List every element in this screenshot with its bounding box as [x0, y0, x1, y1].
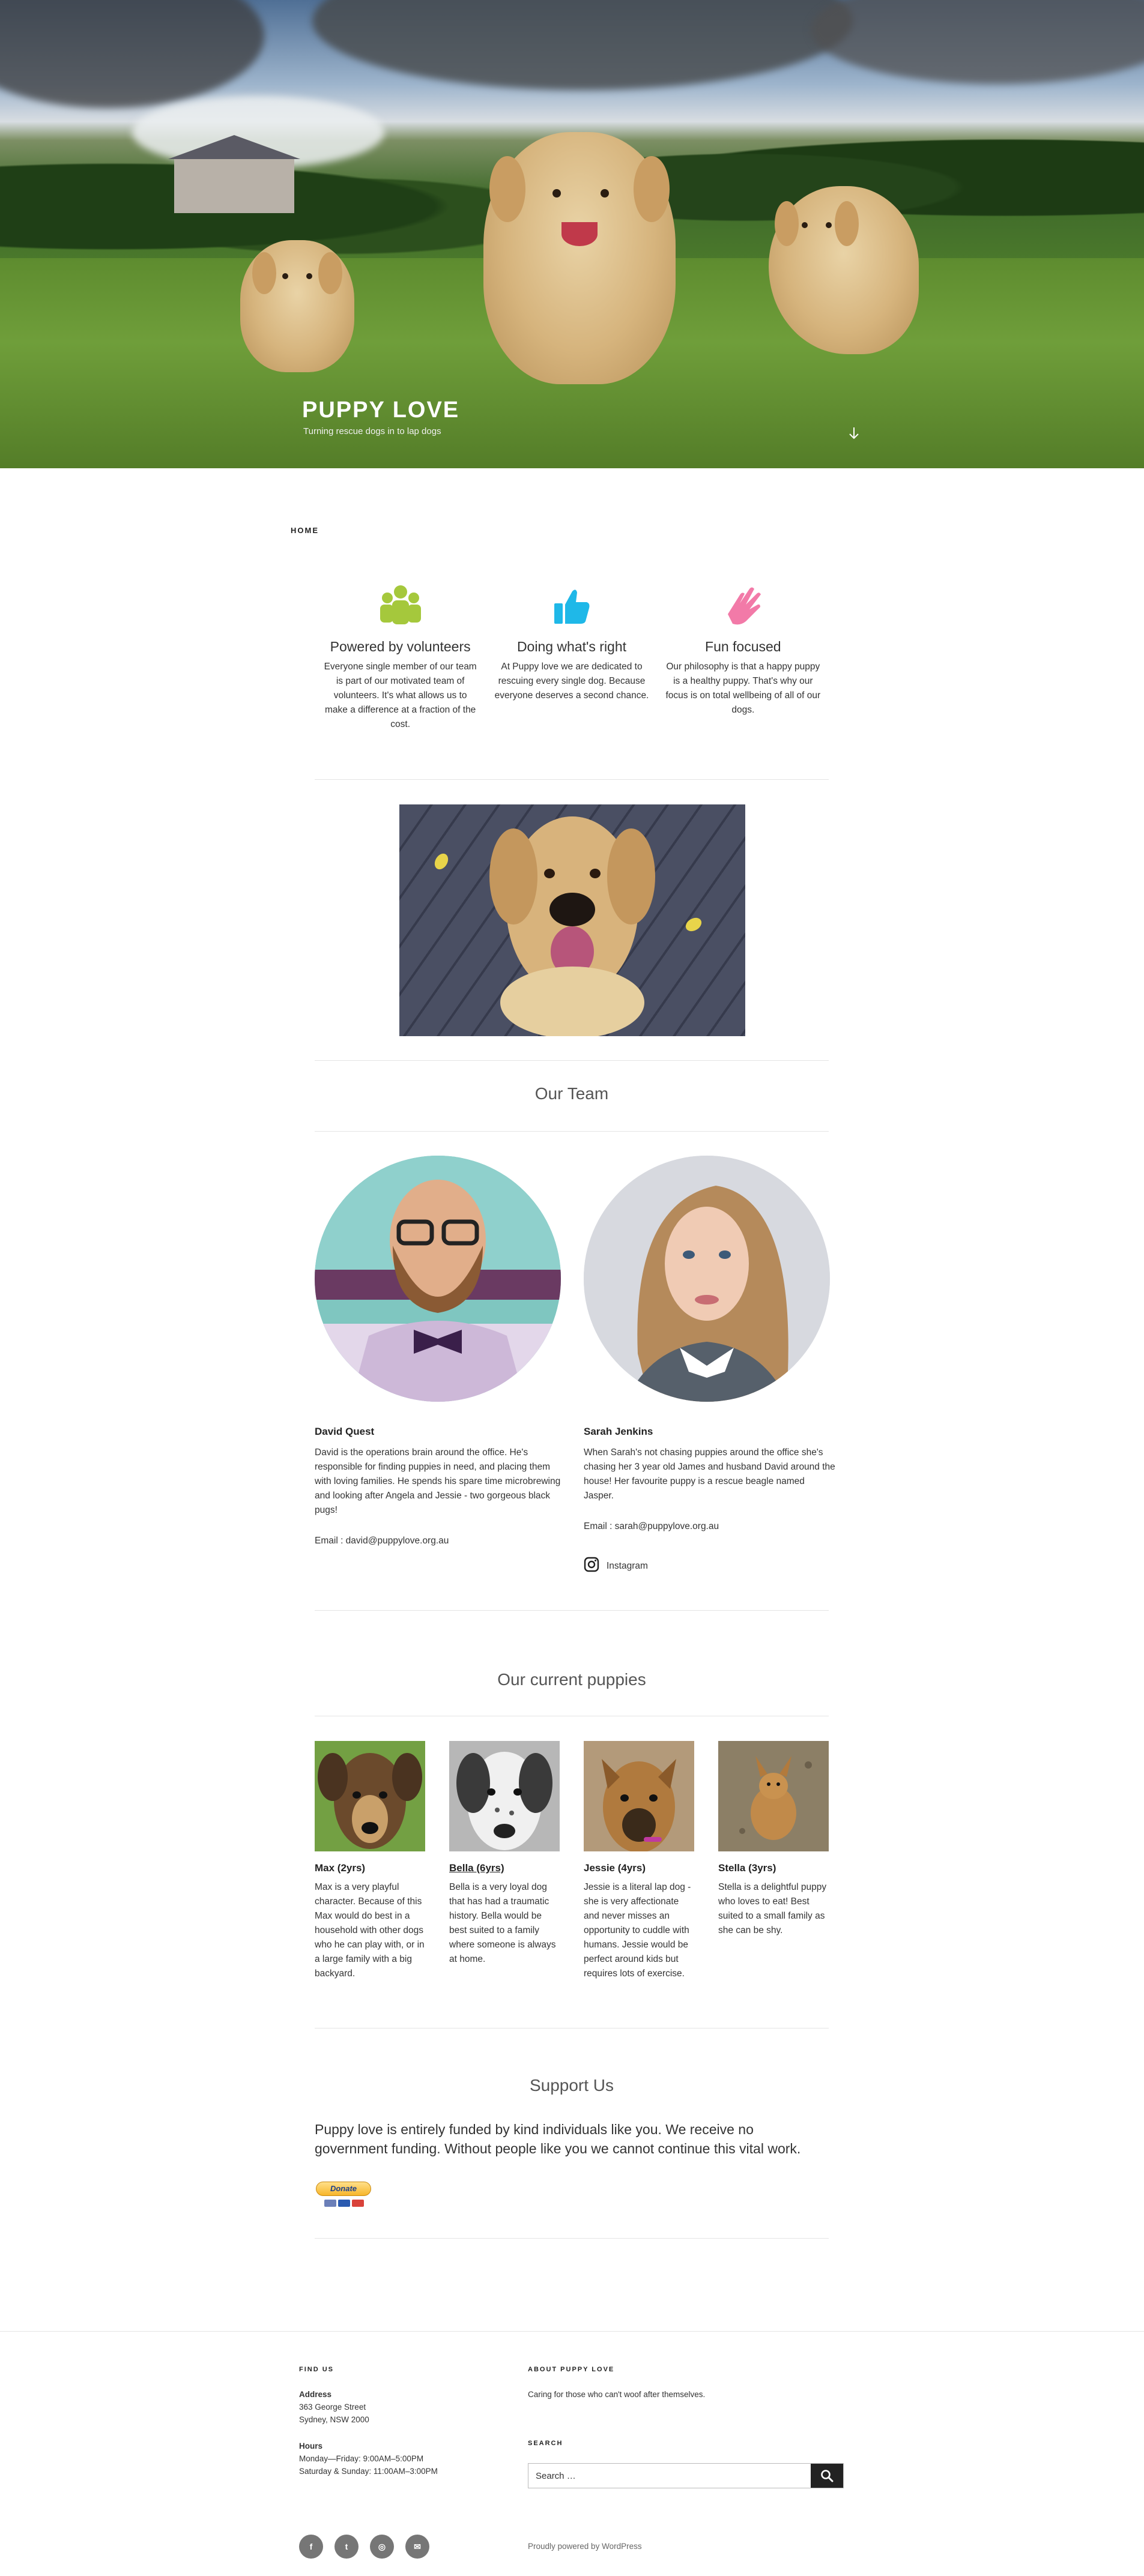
team-heading: Our Team — [534, 1084, 609, 1103]
feature-volunteers: Powered by volunteers Everyone single me… — [315, 582, 486, 732]
find-us-heading: FIND US — [299, 2366, 334, 2373]
hand-icon — [658, 582, 829, 630]
donate-button[interactable]: Donate — [316, 2182, 371, 2196]
footer-divider — [0, 2331, 1144, 2332]
features-section: Powered by volunteers Everyone single me… — [315, 582, 829, 732]
address-line: Sydney, NSW 2000 — [299, 2415, 369, 2424]
team-member-bio: David is the operations brain around the… — [315, 1447, 561, 1515]
instagram-link[interactable]: Instagram — [584, 1557, 648, 1575]
team-member-name: David Quest — [315, 1426, 375, 1437]
visa-icon — [338, 2200, 350, 2207]
puppy-name: Stella (3yrs) — [718, 1862, 776, 1874]
team-member-bio: When Sarah's not chasing puppies around … — [584, 1447, 835, 1501]
puppy-description: Stella is a delightful puppy who loves t… — [718, 1882, 827, 1935]
puppy-name: Jessie (4yrs) — [584, 1862, 646, 1874]
site-description: Turning rescue dogs in to lap dogs — [303, 426, 441, 436]
hours-label: Hours — [299, 2442, 323, 2451]
nav-item-home[interactable]: HOME — [291, 526, 319, 535]
feature-text: Our philosophy is that a happy puppy is … — [665, 662, 821, 715]
feature-title: Doing what's right — [516, 639, 627, 654]
divider — [315, 2238, 829, 2239]
about-text: Caring for those who can't woof after th… — [528, 2390, 706, 2399]
search-input[interactable] — [528, 2464, 811, 2488]
puppies-heading: Our current puppies — [497, 1670, 646, 1689]
divider — [315, 1610, 829, 1611]
support-text: Puppy love is entirely funded by kind in… — [315, 2122, 801, 2156]
email-icon[interactable]: ✉ — [405, 2535, 429, 2559]
search-button[interactable] — [811, 2464, 843, 2488]
facebook-icon[interactable]: f — [299, 2535, 323, 2559]
puppy-photo-max — [315, 1741, 425, 1851]
instagram-icon — [584, 1557, 599, 1575]
instagram-icon[interactable]: ◎ — [370, 2535, 394, 2559]
house — [168, 135, 300, 213]
feature-text: At Puppy love we are dedicated to rescui… — [494, 662, 649, 701]
about-heading: ABOUT PUPPY LOVE — [528, 2366, 615, 2373]
puppy-description: Max is a very playful character. Because… — [315, 1882, 425, 1979]
main-navigation: HOME — [291, 526, 319, 535]
puppy-photo-jessie — [584, 1741, 694, 1851]
feature-doing-right: Doing what's right At Puppy love we are … — [486, 582, 657, 732]
puppy-name-link[interactable]: Bella (6yrs) — [449, 1862, 504, 1874]
group-icon — [315, 582, 486, 630]
sarah-photo — [584, 1156, 830, 1402]
hours-line: Saturday & Sunday: 11:00AM–3:00PM — [299, 2467, 438, 2476]
scroll-down-icon[interactable] — [848, 426, 860, 444]
search-heading: SEARCH — [528, 2440, 563, 2447]
cloud — [811, 0, 1144, 84]
mastercard-icon — [352, 2200, 364, 2207]
feature-text: Everyone single member of our team is pa… — [324, 662, 477, 729]
payment-cards — [324, 2200, 364, 2207]
instagram-label: Instagram — [607, 1560, 648, 1571]
david-photo — [315, 1156, 561, 1402]
hero-header: PUPPY LOVE Turning rescue dogs in to lap… — [0, 0, 1144, 468]
puppy-description: Jessie is a literal lap dog - she is ver… — [584, 1882, 691, 1979]
team-member-email[interactable]: Email : david@puppylove.org.au — [315, 1536, 449, 1546]
divider — [315, 779, 829, 780]
address-label: Address — [299, 2390, 332, 2399]
thumbs-up-icon — [486, 582, 657, 630]
feature-fun-focused: Fun focused Our philosophy is that a hap… — [658, 582, 829, 732]
card-icon — [324, 2200, 336, 2207]
puppy-photo-stella — [718, 1741, 829, 1851]
twitter-icon[interactable]: t — [334, 2535, 359, 2559]
hours-line: Monday—Friday: 9:00AM–5:00PM — [299, 2454, 424, 2463]
puppy-photo-bella — [449, 1741, 560, 1851]
divider — [315, 1131, 829, 1132]
puppy-description: Bella is a very loyal dog that has had a… — [449, 1882, 556, 1964]
address-line: 363 George Street — [299, 2403, 366, 2412]
divider — [315, 2028, 829, 2029]
support-heading: Support Us — [529, 2076, 614, 2095]
team-member-email[interactable]: Email : sarah@puppylove.org.au — [584, 1521, 719, 1532]
puppy-name: Max (2yrs) — [315, 1862, 366, 1874]
feature-title: Fun focused — [705, 639, 781, 654]
divider — [315, 1060, 829, 1061]
search-form — [528, 2463, 844, 2488]
powered-by-link[interactable]: Proudly powered by WordPress — [528, 2542, 642, 2551]
feature-title: Powered by volunteers — [330, 639, 471, 654]
featured-dog-image — [399, 804, 745, 1036]
puppy-center — [483, 132, 676, 384]
team-member-name: Sarah Jenkins — [584, 1426, 653, 1437]
puppy-left — [240, 240, 354, 372]
site-title[interactable]: PUPPY LOVE — [302, 397, 459, 423]
search-icon — [821, 2470, 834, 2482]
